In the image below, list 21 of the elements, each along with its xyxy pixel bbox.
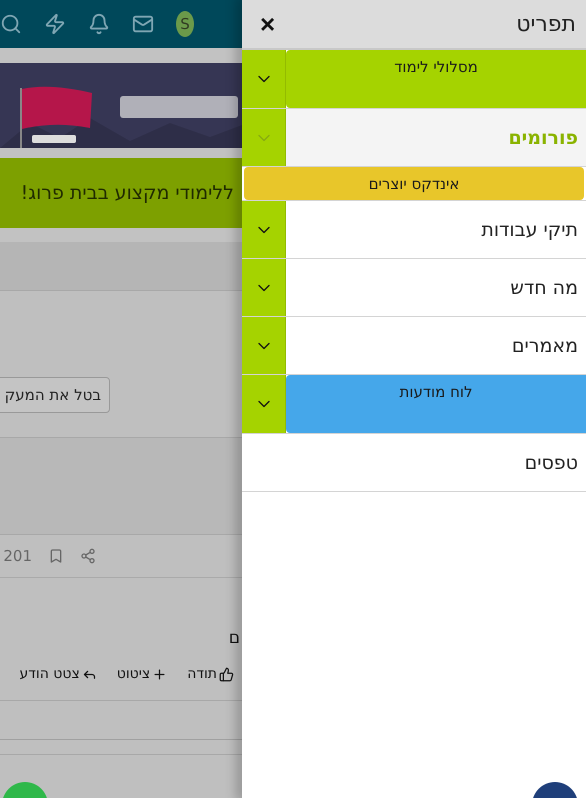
notice-text: ללימודי מקצוע בבית פרוג! — [20, 182, 234, 204]
reply-link[interactable]: צטט הודע — [19, 666, 97, 682]
share-icon[interactable] — [80, 548, 96, 564]
menu-item[interactable]: אינדקס יוצרים — [244, 167, 584, 200]
like-link[interactable]: תודה — [187, 666, 234, 682]
user-avatar[interactable]: S — [176, 11, 194, 37]
menu-item[interactable]: לוח מודעות — [286, 375, 586, 433]
search-icon[interactable] — [0, 13, 22, 35]
post-text: ם — [228, 628, 240, 648]
plus-icon — [152, 666, 168, 682]
lightning-icon[interactable] — [44, 13, 66, 35]
bookmark-icon[interactable] — [48, 548, 64, 564]
thumbs-up-icon — [219, 666, 234, 682]
menu-item[interactable]: מסלולי לימוד — [286, 50, 586, 108]
mail-icon[interactable] — [132, 13, 154, 35]
bell-icon[interactable] — [88, 13, 110, 35]
post-count: 201 — [3, 547, 32, 565]
unfollow-button[interactable]: בטל את המעק — [0, 377, 110, 413]
close-button[interactable]: × — [260, 11, 276, 37]
quote-link[interactable]: ציטוט — [116, 666, 168, 682]
menu-title: תפריט — [516, 12, 576, 36]
